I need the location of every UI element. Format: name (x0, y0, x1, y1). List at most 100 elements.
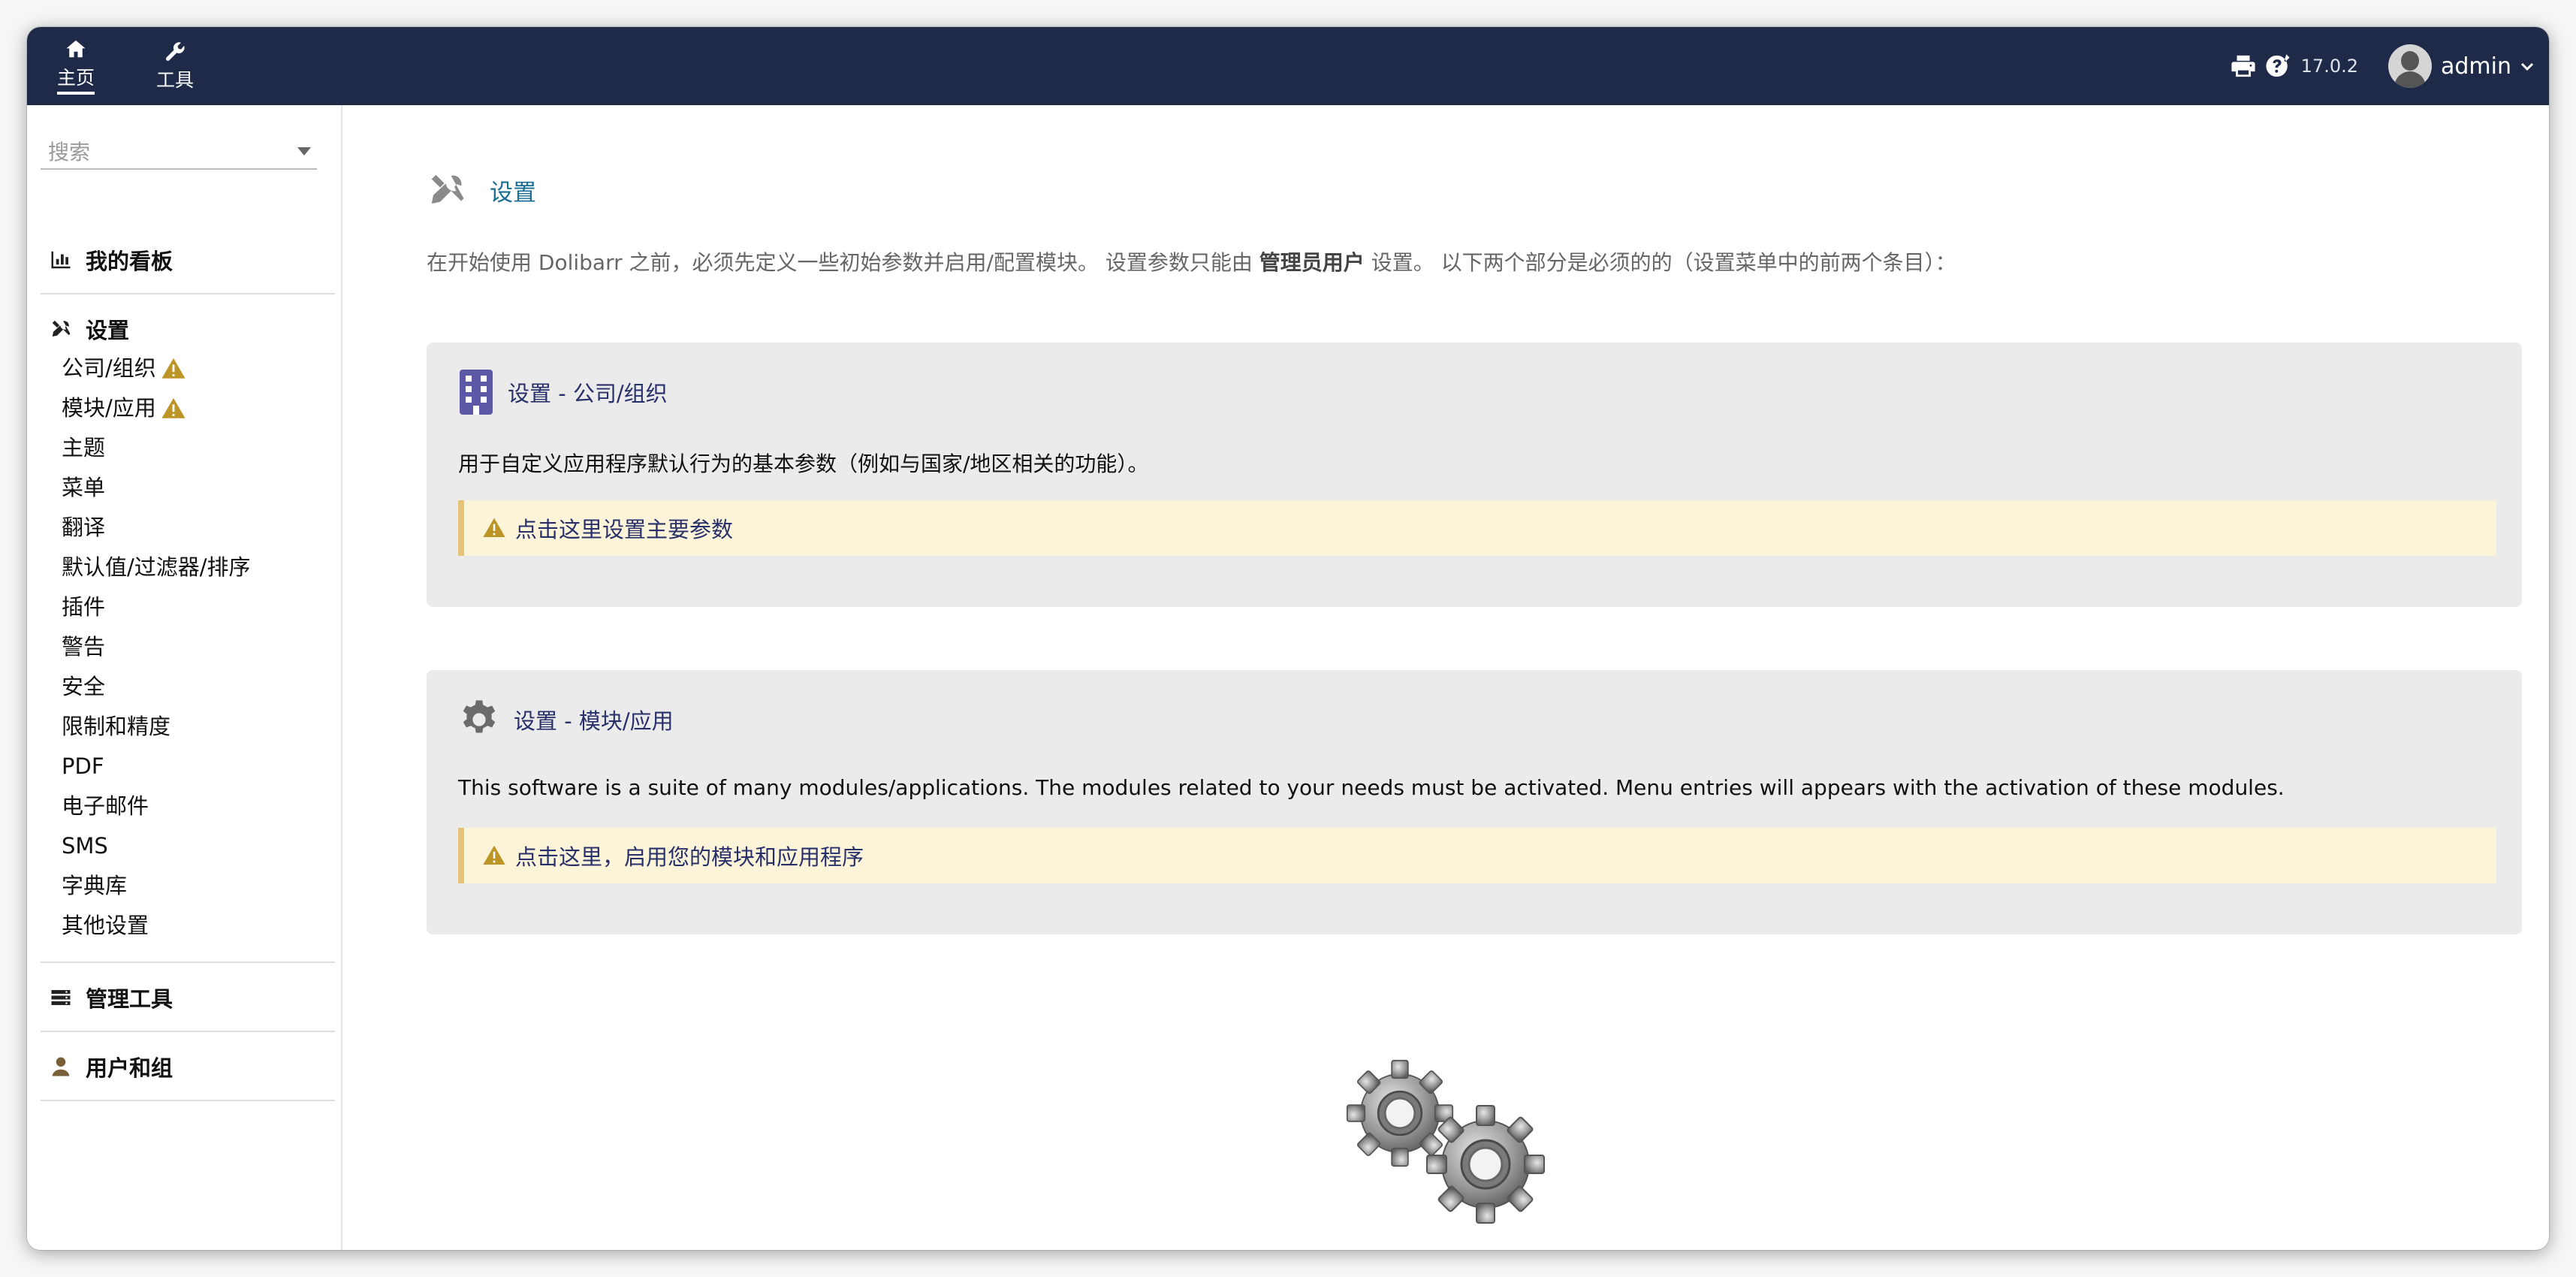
sidebar-item-other-setup[interactable]: 其他设置 (41, 906, 335, 946)
sidebar-item-label: 默认值/过滤器/排序 (62, 554, 251, 580)
home-icon (66, 40, 86, 58)
sidebar-item-label: 插件 (62, 594, 106, 620)
version-label: 17.0.2 (2300, 56, 2358, 77)
intro-text: 在开始使用 Dolibarr 之前，必须先定义一些初始参数并启用/配置模块。 设… (427, 248, 2529, 278)
modules-setup-notice[interactable]: 点击这里，启用您的模块和应用程序 (458, 828, 2496, 883)
sidebar-item-label: 管理工具 (86, 986, 173, 1012)
modules-panel-description: This software is a suite of many modules… (458, 775, 2285, 800)
user-icon (52, 1057, 70, 1076)
sidebar-item-setup[interactable]: 设置 (41, 309, 335, 349)
sidebar-item-dictionaries[interactable]: 字典库 (41, 866, 335, 906)
sidebar-item-limits[interactable]: 限制和精度 (41, 707, 335, 747)
top-navbar: 主页 工具 17.0.2 admin (27, 27, 2549, 105)
company-panel-header[interactable]: 设置 - 公司/组织 (458, 370, 668, 415)
tools-icon (431, 174, 464, 204)
sidebar-item-label: 模块/应用 (62, 395, 156, 421)
sidebar-item-translation[interactable]: 翻译 (41, 508, 335, 548)
warning-icon (483, 845, 505, 865)
menu-admin-tools-section: 管理工具 (41, 978, 335, 1017)
sidebar-item-label: 翻译 (62, 515, 106, 540)
sidebar-item-pdf[interactable]: PDF (41, 747, 335, 786)
page-title: 设置 (427, 170, 536, 210)
company-setup-notice[interactable]: 点击这里设置主要参数 (458, 500, 2496, 556)
gear-icon (463, 700, 496, 733)
sidebar-item-label: 公司/组织 (62, 355, 156, 381)
intro-suffix: 设置。 以下两个部分是必须的的（设置菜单中的前两个条目）： (1371, 250, 1956, 275)
avatar (2388, 44, 2432, 88)
server-icon (51, 990, 71, 1005)
search-combobox[interactable] (41, 138, 317, 170)
sidebar-item-modules[interactable]: 模块/应用 (41, 388, 335, 428)
help-button[interactable] (2264, 52, 2292, 80)
nav-tools-label: 工具 (155, 69, 194, 91)
sidebar-item-label: 我的看板 (86, 249, 173, 274)
sidebar-item-label: 电子邮件 (62, 793, 149, 819)
sidebar-divider (41, 962, 335, 963)
tools-icon (52, 320, 71, 337)
top-nav: 主页 工具 (27, 27, 224, 105)
warning-icon (161, 397, 186, 418)
help-icon (2266, 54, 2290, 77)
sidebar-item-menus[interactable]: 菜单 (41, 468, 335, 508)
bar-chart-icon (51, 251, 71, 269)
user-menu[interactable]: admin (2388, 44, 2535, 88)
intro-admin-user: 管理员用户 (1259, 250, 1365, 275)
sidebar-item-label: PDF (62, 753, 104, 779)
sidebar-item-admin-tools[interactable]: 管理工具 (41, 978, 335, 1017)
company-setup-panel: 设置 - 公司/组织 用于自定义应用程序默认行为的基本参数（例如与国家/地区相关… (427, 343, 2522, 607)
sidebar-item-label: 字典库 (62, 873, 128, 898)
chevron-down-icon (2519, 58, 2535, 74)
modules-notice-link[interactable]: 点击这里，启用您的模块和应用程序 (515, 840, 864, 871)
wrench-icon (165, 42, 185, 61)
nav-home-label: 主页 (56, 63, 95, 95)
nav-tools[interactable]: 工具 (126, 27, 224, 105)
sidebar: 我的看板 设置 公司/组织 模块/应用 主题 菜单 翻译 默认值/过滤器/排序 … (27, 105, 342, 1250)
sidebar-item-label: SMS (62, 833, 108, 859)
printer-icon (2231, 55, 2255, 77)
main-content: 设置 在开始使用 Dolibarr 之前，必须先定义一些初始参数并启用/配置模块… (342, 105, 2549, 1250)
sidebar-divider (41, 1031, 335, 1032)
sidebar-item-theme[interactable]: 主题 (41, 428, 335, 468)
nav-home[interactable]: 主页 (27, 27, 125, 105)
sidebar-item-sms[interactable]: SMS (41, 826, 335, 866)
print-button[interactable] (2229, 52, 2258, 80)
sidebar-item-label: 其他设置 (62, 913, 149, 938)
building-icon (460, 370, 493, 415)
app-window: 主页 工具 17.0.2 admin 搜索 我的看板 设置 公司/组织 模块/应… (27, 27, 2549, 1250)
sidebar-item-alerts[interactable]: 警告 (41, 627, 335, 667)
company-panel-description: 用于自定义应用程序默认行为的基本参数（例如与国家/地区相关的功能）。 (458, 451, 1149, 476)
company-notice-link[interactable]: 点击这里设置主要参数 (515, 512, 733, 544)
sidebar-item-label: 用户和组 (86, 1055, 173, 1081)
sidebar-divider (41, 293, 335, 294)
search-input[interactable] (41, 138, 288, 167)
intro-prefix: 在开始使用 Dolibarr 之前，必须先定义一些初始参数并启用/配置模块。 设… (427, 250, 1253, 275)
sidebar-item-label: 主题 (62, 435, 106, 460)
sidebar-item-security[interactable]: 安全 (41, 667, 335, 707)
sidebar-item-label: 警告 (62, 634, 106, 660)
company-panel-title: 设置 - 公司/组织 (508, 381, 668, 406)
warning-icon (161, 358, 186, 379)
sidebar-item-users-groups[interactable]: 用户和组 (41, 1047, 335, 1086)
sidebar-item-label: 限制和精度 (62, 714, 171, 739)
sidebar-item-label: 设置 (86, 318, 130, 343)
menu-users-section: 用户和组 (41, 1047, 335, 1086)
top-right-area: 17.0.2 admin (2229, 27, 2535, 105)
sidebar-item-widgets[interactable]: 插件 (41, 587, 335, 627)
gears-illustration-icon (1346, 1059, 1546, 1224)
modules-panel-header[interactable]: 设置 - 模块/应用 (458, 699, 674, 741)
user-name: admin (2441, 53, 2511, 80)
sidebar-item-label: 菜单 (62, 475, 106, 500)
sidebar-item-dashboard[interactable]: 我的看板 (41, 240, 335, 279)
menu-setup-section: 设置 公司/组织 模块/应用 主题 菜单 翻译 默认值/过滤器/排序 插件 警告… (41, 309, 335, 946)
sidebar-divider (41, 1100, 335, 1101)
dropdown-caret-icon (297, 147, 311, 155)
sidebar-item-label: 安全 (62, 674, 106, 699)
menu-dashboard-section: 我的看板 (41, 240, 335, 279)
page-title-text: 设置 (490, 179, 536, 207)
sidebar-item-company[interactable]: 公司/组织 (41, 349, 335, 388)
warning-icon (483, 518, 505, 537)
modules-setup-panel: 设置 - 模块/应用 This software is a suite of m… (427, 670, 2522, 934)
sidebar-item-defaults[interactable]: 默认值/过滤器/排序 (41, 548, 335, 587)
sidebar-item-email[interactable]: 电子邮件 (41, 786, 335, 826)
modules-panel-title: 设置 - 模块/应用 (514, 708, 674, 734)
